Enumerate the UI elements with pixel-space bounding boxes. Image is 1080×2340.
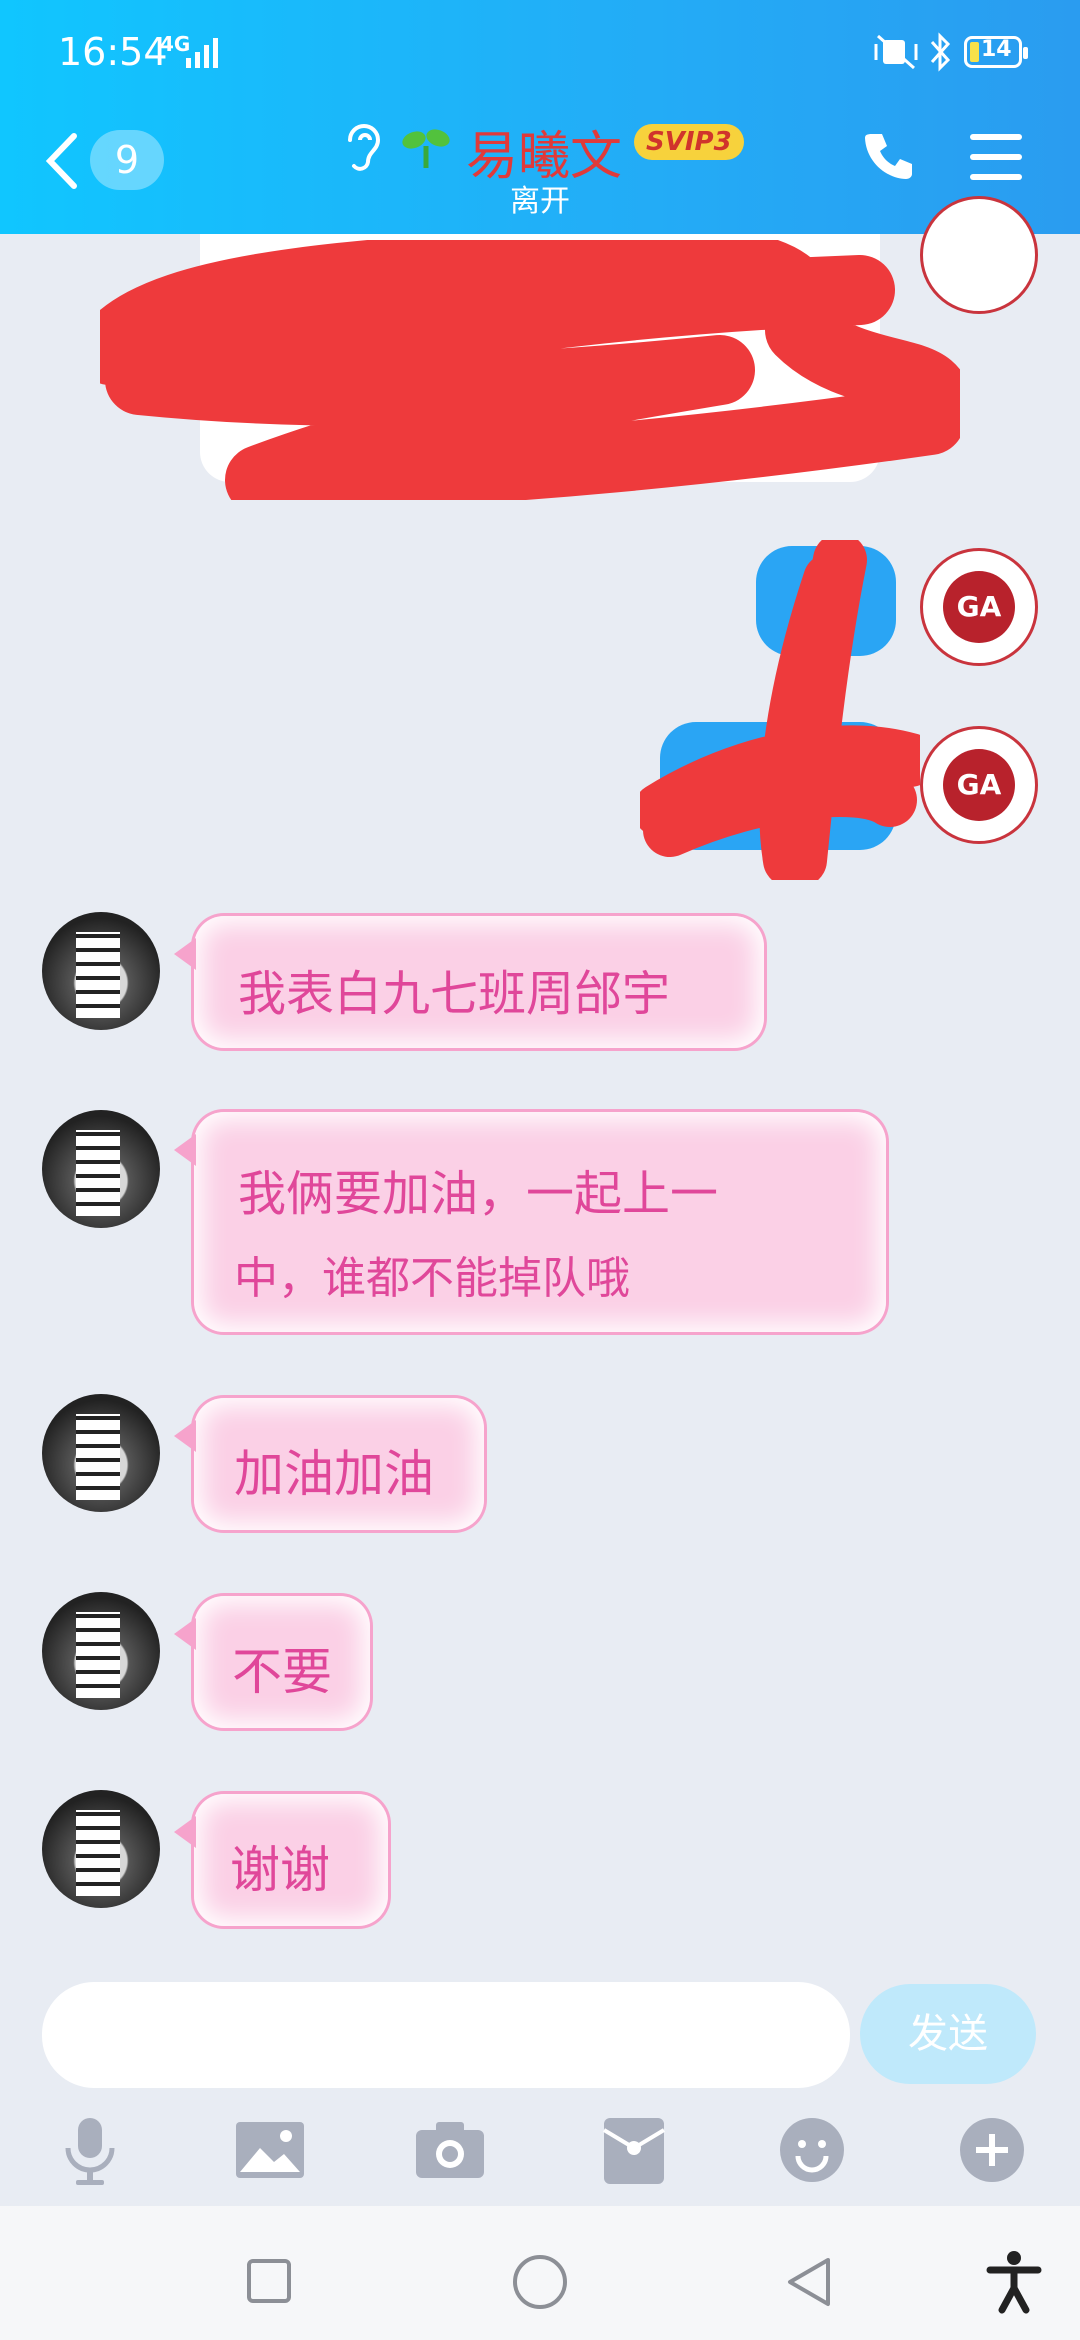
unread-count-badge: 9 [90,130,164,190]
contact-status: 离开 [510,184,570,219]
school-logo-avatar[interactable]: GA [920,548,1038,666]
message-bubble[interactable]: 我俩要加油，一起上一 中，谁都不能掉队哦 [174,1112,886,1332]
accessibility-icon[interactable] [984,2250,1044,2314]
svip-badge: SVIP3 [634,124,744,160]
message-text-line-1: 我俩要加油，一起上一 [238,1166,719,1222]
back-button[interactable]: 9 [44,126,174,196]
system-nav-bar [0,2206,1080,2340]
battery-text: 14 [981,37,1012,62]
message-text-line-2: 中，谁都不能掉队哦 [234,1253,630,1304]
send-button[interactable]: 发送 [860,1984,1036,2084]
menu-icon[interactable] [968,132,1024,182]
battery-indicator: 14 [964,36,1028,68]
school-logo-avatar[interactable]: GA [920,726,1038,844]
back-icon[interactable] [784,2256,834,2308]
recent-apps-icon[interactable] [246,2258,292,2304]
hearing-icon [348,124,380,171]
vibrate-mute-icon [874,34,918,70]
message-bubble[interactable]: 谢谢 [174,1794,388,1926]
message-bubble[interactable]: 我表白九七班周邰宇 [174,916,764,1048]
contact-avatar[interactable] [42,1592,160,1710]
sprout-icon [402,129,450,168]
message-text: 加油加油 [234,1445,434,1503]
school-emblem-icon: GA [943,571,1015,643]
battery-level [970,42,979,62]
status-time: 16:54 [58,30,168,74]
message-bubble[interactable]: 不要 [174,1596,370,1728]
school-logo-avatar[interactable] [920,196,1038,314]
contact-avatar[interactable] [42,1394,160,1512]
status-bar: 16:54 4G 14 [0,0,1080,100]
chevron-left-icon [45,133,77,189]
image-icon[interactable] [230,2110,310,2190]
phone-call-icon[interactable] [860,128,916,184]
signal-icon [186,38,218,68]
school-emblem-icon: GA [943,749,1015,821]
plus-icon[interactable] [952,2110,1032,2190]
red-packet-icon[interactable] [594,2110,674,2190]
message-text: 我表白九七班周邰宇 [238,966,671,1022]
message-input[interactable] [42,1982,850,2088]
contact-avatar[interactable] [42,912,160,1030]
home-icon[interactable] [512,2254,568,2310]
redaction-scribble [100,240,960,500]
emoji-icon[interactable] [772,2110,852,2190]
chat-title[interactable]: 易曦文 SVIP3 离开 [340,112,744,222]
redaction-scribble [640,540,920,880]
message-text: 谢谢 [230,1841,330,1899]
message-bubble[interactable]: 加油加油 [174,1398,484,1530]
camera-icon[interactable] [410,2110,490,2190]
contact-avatar[interactable] [42,1110,160,1228]
contact-avatar[interactable] [42,1790,160,1908]
message-text: 不要 [232,1643,332,1701]
microphone-icon[interactable] [50,2110,130,2190]
bluetooth-icon [930,32,951,72]
